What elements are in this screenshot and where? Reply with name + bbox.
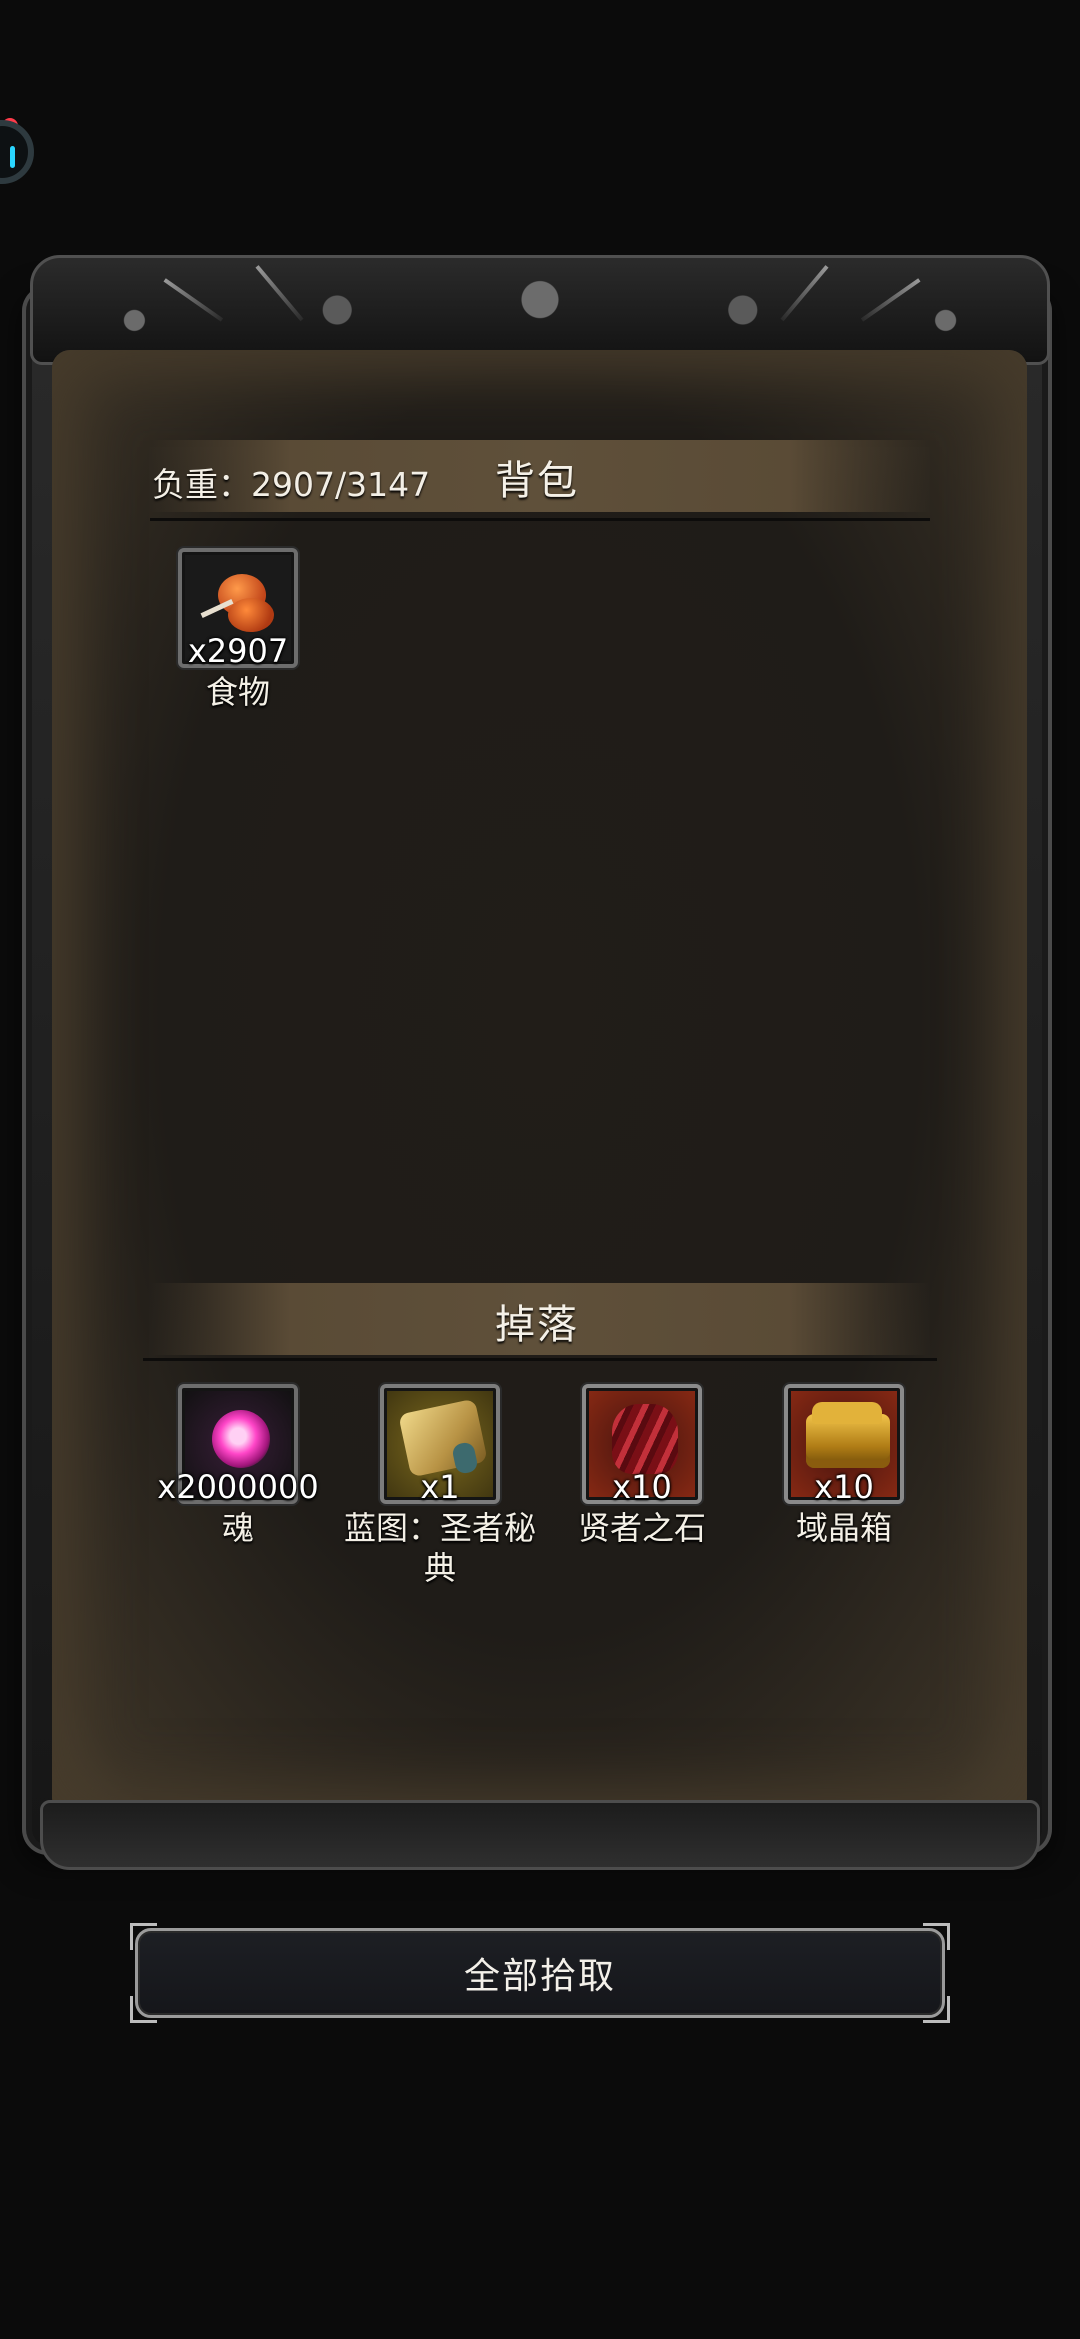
- loot-divider: [143, 1358, 937, 1361]
- pickup-all-button[interactable]: 全部拾取: [130, 1923, 950, 2023]
- item-slot[interactable]: x10: [582, 1384, 702, 1506]
- loot-title: 掉落: [495, 1302, 579, 1348]
- loot-item[interactable]: x1 蓝图：圣者秘典: [344, 1384, 536, 1588]
- pickup-all-label: 全部拾取: [463, 1956, 616, 1997]
- item-quantity: x10: [612, 1468, 672, 1506]
- meat-icon-part: [228, 598, 274, 632]
- carry-weight: 负重：2907/3147: [152, 465, 431, 504]
- item-quantity: x1: [420, 1468, 460, 1506]
- floating-widget[interactable]: [0, 120, 34, 184]
- item-name: 魂: [221, 1509, 254, 1547]
- item-name: 食物: [205, 673, 270, 711]
- item-quantity: x2907: [187, 632, 289, 670]
- item-slot[interactable]: x10: [784, 1384, 904, 1506]
- backpack-item[interactable]: x2907 食物: [168, 548, 308, 712]
- loot-item[interactable]: x10 域晶箱: [774, 1384, 914, 1548]
- chest-lid-icon: [812, 1402, 882, 1424]
- backpack-title: 背包: [495, 458, 579, 504]
- corner-ornament: [923, 1923, 950, 1950]
- item-name: 贤者之石: [577, 1509, 706, 1547]
- widget-indicator-icon: [10, 146, 15, 168]
- corner-ornament: [130, 1923, 157, 1950]
- item-slot[interactable]: x2000000: [157, 1384, 319, 1506]
- loot-item[interactable]: x10 贤者之石: [572, 1384, 712, 1548]
- sage-stone-icon: [612, 1404, 678, 1474]
- item-quantity: x2000000: [157, 1468, 319, 1506]
- item-slot[interactable]: x1: [380, 1384, 500, 1506]
- item-slot[interactable]: x2907: [178, 548, 298, 670]
- loot-item[interactable]: x2000000 魂: [157, 1384, 319, 1548]
- item-name: 蓝图：圣者秘典: [343, 1509, 536, 1587]
- item-name: 域晶箱: [795, 1509, 892, 1547]
- item-quantity: x10: [814, 1468, 874, 1506]
- backpack-divider: [150, 518, 930, 521]
- soul-orb-icon: [212, 1410, 270, 1468]
- corner-ornament: [923, 1996, 950, 2023]
- frame-bottom-ornament: [40, 1800, 1040, 1870]
- corner-ornament: [130, 1996, 157, 2023]
- frame-top-ornament: [30, 255, 1050, 365]
